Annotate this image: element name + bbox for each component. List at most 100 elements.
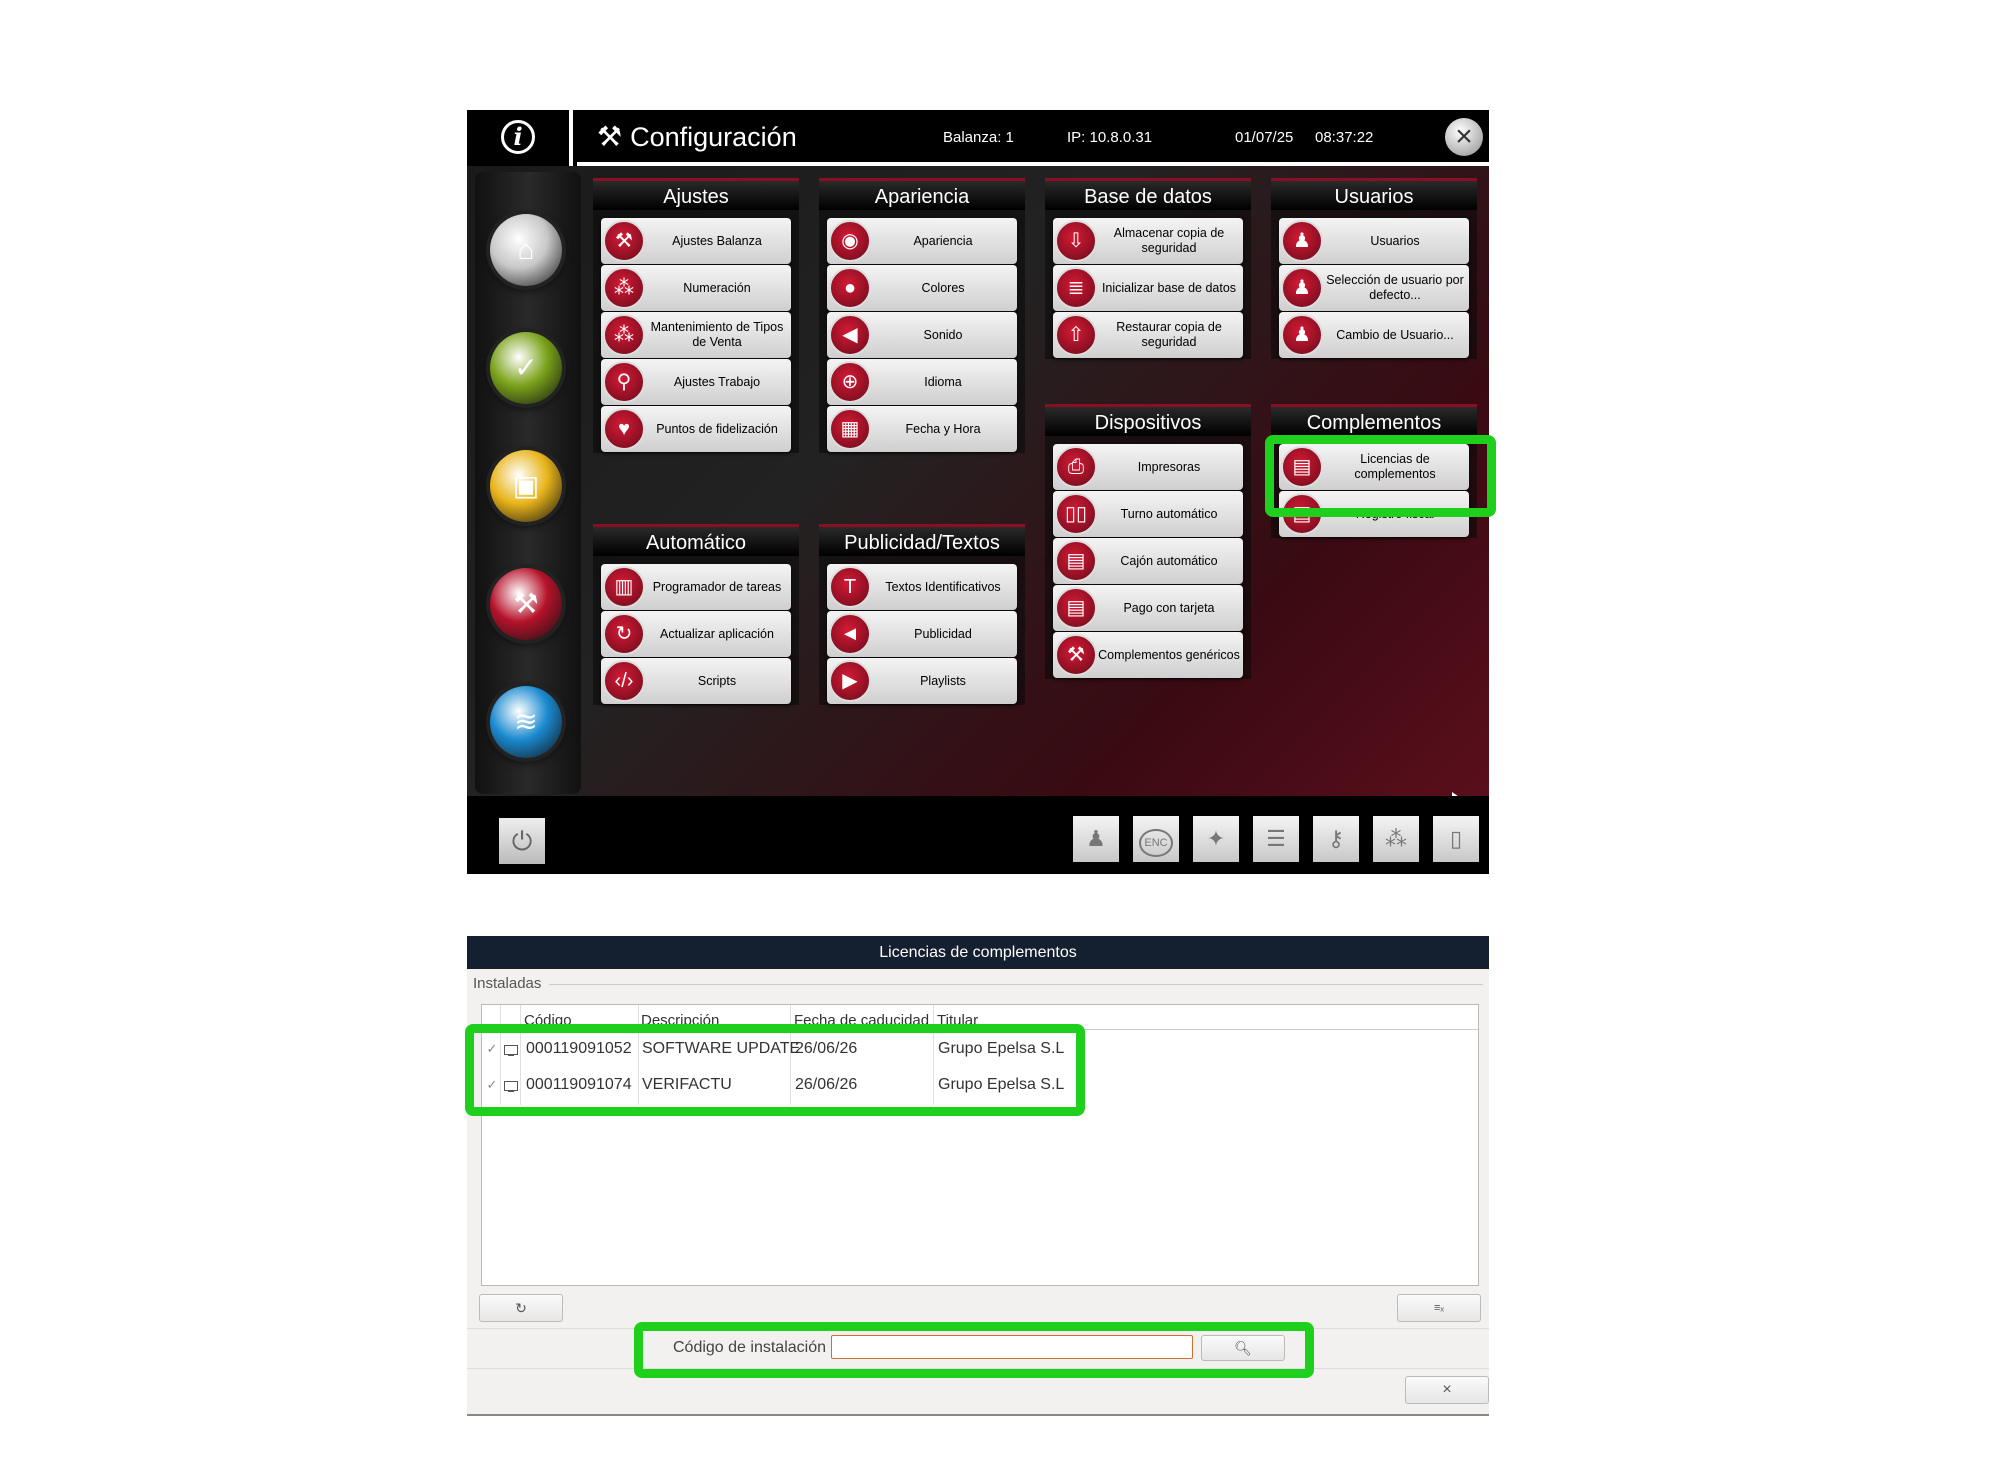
tile-complementos-genericos[interactable]: ⚒ Complementos genéricos [1053,632,1243,678]
tile-label: Turno automático [1120,506,1218,521]
tile-label: Programador de tareas [652,579,782,594]
power-button[interactable]: ⏻ [499,818,545,864]
tile-ajustes-trabajo[interactable]: ⚲ Ajustes Trabajo [601,359,791,405]
tile-apariencia[interactable]: ◉ Apariencia [827,218,1017,264]
tools-icon: ⚒ [603,220,645,262]
header-bar: i ⚒ Configuración Balanza: 1 IP: 10.8.0.3… [467,110,1489,166]
tile-textos-identificativos[interactable]: T Textos Identificativos [827,564,1017,610]
sidebar-button-check[interactable]: ✓ [490,332,562,404]
section-title: Ajustes [593,178,799,210]
tile-pago-con-tarjeta[interactable]: ▤ Pago con tarjeta [1053,585,1243,631]
tile-label: Ajustes Balanza [672,233,762,248]
sidebar-button-monitor[interactable]: ▣ [490,450,562,522]
tile-label: Actualizar aplicación [660,626,774,641]
enc-button[interactable]: ENC [1133,816,1179,862]
tile-label: Pago con tarjeta [1123,600,1215,615]
monitor-icon: ▣ [512,470,540,501]
tile-seleccion-de-usuario-por-defecto[interactable]: ♟ Selección de usuario por defecto... [1279,265,1469,311]
tile-numeracion[interactable]: ⁂ Numeración [601,265,791,311]
page-title: ⚒ Configuración [597,121,797,152]
tile-usuarios[interactable]: ♟ Usuarios [1279,218,1469,264]
tile-label: Impresoras [1137,459,1201,474]
highlight-licencias [1265,435,1496,517]
wifi-icon: ≋ [514,706,538,737]
home-icon: ⌂ [517,234,535,265]
document-help-button[interactable]: ▯ [1433,816,1479,862]
refresh-button[interactable]: ↻ [479,1294,563,1322]
tile-label: Usuarios [1370,233,1420,248]
tile-label: Cajón automático [1120,553,1218,568]
globe-icon: ⊕ [829,361,871,403]
tile-cajon-automatico[interactable]: ▤ Cajón automático [1053,538,1243,584]
info-icon: i [501,120,535,154]
tile-publicidad[interactable]: ◄ Publicidad [827,611,1017,657]
tile-label: Apariencia [913,233,973,248]
list-code-button[interactable]: ☰ [1253,816,1299,862]
text-icon: T [829,566,871,608]
tile-sonido[interactable]: ◀ Sonido [827,312,1017,358]
tile-label: Cambio de Usuario... [1336,327,1454,342]
tile-idioma[interactable]: ⊕ Idioma [827,359,1017,405]
tools-icon: ⚒ [597,121,623,152]
tile-fecha-y-hora[interactable]: ▦ Fecha y Hora [827,406,1017,452]
dialog-close-button[interactable]: × [1405,1376,1489,1404]
section-title: Usuarios [1271,178,1477,210]
work-settings-icon: ⚲ [603,361,645,403]
info-button[interactable]: i [467,110,573,166]
megaphone-icon: ◄ [829,613,871,655]
tile-actualizar-aplicacion[interactable]: ↻ Actualizar aplicación [601,611,791,657]
refresh-icon: ↻ [603,613,645,655]
key-button[interactable]: ⚷ [1313,816,1359,862]
help-person-button[interactable]: ♟ [1073,816,1119,862]
clear-filter-button[interactable]: ≡ₓ [1397,1294,1481,1322]
calendar-icon: ▦ [829,408,871,450]
magic-wand-button[interactable]: ✦ [1193,816,1239,862]
heart-icon: ♥ [603,408,645,450]
tile-restaurar-copia-de-seguridad[interactable]: ⇧ Restaurar copia de seguridad [1053,312,1243,358]
eye-icon: ◉ [829,220,871,262]
cash-drawer-icon: ▤ [1055,540,1097,582]
ip-label: IP: 10.8.0.31 [1067,129,1153,146]
tile-almacenar-copia-de-seguridad[interactable]: ⇩ Almacenar copia de seguridad [1053,218,1243,264]
clear-filter-icon: ≡ₓ [1433,1302,1445,1314]
user-icon: ♟ [1281,267,1323,309]
tile-playlists[interactable]: ▶ Playlists [827,658,1017,704]
tile-turno-automatico[interactable]: ▯▯ Turno automático [1053,491,1243,537]
sidebar-button-tools[interactable]: ⚒ [490,568,562,640]
tile-impresoras[interactable]: ⎙ Impresoras [1053,444,1243,490]
tile-label: Playlists [920,673,966,688]
tile-label: Fecha y Hora [905,421,981,436]
magic-wand-icon: ✦ [1206,826,1226,851]
tile-ajustes-balanza[interactable]: ⚒ Ajustes Balanza [601,218,791,264]
sidebar-button-home[interactable]: ⌂ [490,214,562,286]
tile-scripts[interactable]: ‹/› Scripts [601,658,791,704]
tile-label: Scripts [697,673,737,688]
section-title: Dispositivos [1045,404,1251,436]
tile-mantenimiento-de-tipos-de-venta[interactable]: ⁂ Mantenimiento de Tipos de Venta [601,312,791,358]
close-icon: × [1442,1381,1452,1398]
sidebar-button-wifi[interactable]: ≋ [490,686,562,758]
tile-label: Textos Identificativos [885,579,1001,594]
tile-label: Almacenar copia de seguridad [1113,226,1225,255]
tile-label: Numeración [683,280,751,295]
tile-programador-de-tareas[interactable]: ▥ Programador de tareas [601,564,791,610]
tile-colores[interactable]: ● Colores [827,265,1017,311]
tile-label: Idioma [924,374,962,389]
installed-section-label: Instaladas [473,975,542,992]
check-icon: ✓ [514,352,538,383]
tile-puntos-de-fidelizacion[interactable]: ♥ Puntos de fidelización [601,406,791,452]
scheduler-icon: ▥ [603,566,645,608]
help-person-icon: ♟ [1086,826,1106,851]
backup-icon: ⇩ [1055,220,1097,262]
speaker-icon: ◀ [829,314,871,356]
tile-label: Inicializar base de datos [1101,280,1237,295]
section-title: Complementos [1271,404,1477,436]
close-button[interactable]: × [1445,118,1483,156]
turn-icon: ▯▯ [1055,493,1097,535]
enc-icon: ENC [1139,829,1173,857]
network-button[interactable]: ⁂ [1373,816,1419,862]
sale-types-icon: ⁂ [603,314,645,356]
tile-inicializar-base-de-datos[interactable]: ≣ Inicializar base de datos [1053,265,1243,311]
section-title: Publicidad/Textos [819,524,1025,556]
tile-cambio-de-usuario[interactable]: ♟ Cambio de Usuario... [1279,312,1469,358]
